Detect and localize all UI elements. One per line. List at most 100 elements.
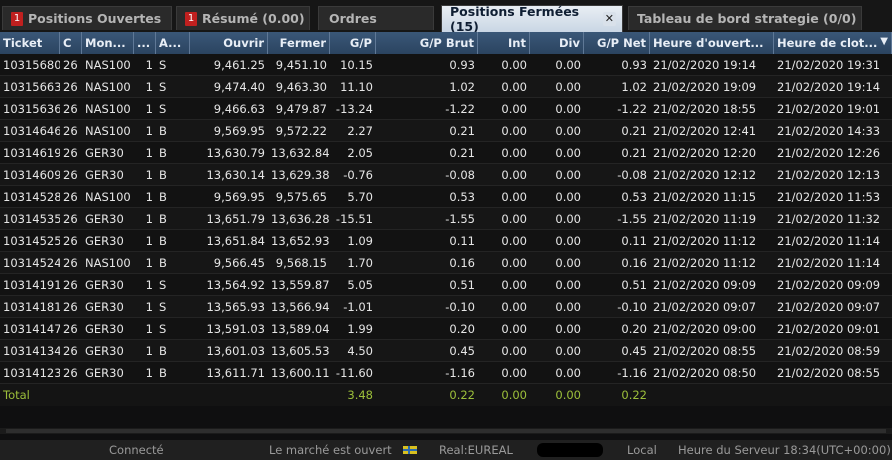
cell-close-time: 21/02/2020 12:13: [777, 168, 881, 182]
cell-dividend: 0.00: [555, 190, 581, 204]
column-header-ticket[interactable]: Ticket: [0, 32, 60, 54]
tab-bar: 1 Positions Ouvertes 1 Résumé (0.00) Ord…: [0, 0, 892, 34]
cell-dividend: 0.00: [555, 102, 581, 116]
cell-pl-gross: 0.21: [449, 146, 475, 160]
cell-pl-gross: 0.20: [449, 322, 475, 336]
table-row[interactable]: 10314123 26 GER30 1 B 13,611.71 13,600.11 -11.6…: [0, 362, 892, 384]
column-header-c[interactable]: C: [60, 32, 82, 54]
cell-open-time: 21/02/2020 09:07: [653, 300, 757, 314]
tab-strategy-dashboard[interactable]: Tableau de bord strategie (0/0): [628, 6, 862, 30]
column-header-action[interactable]: A...: [156, 32, 190, 54]
cell-pl-gross: 0.53: [449, 190, 475, 204]
column-header-pl-gross[interactable]: G/P Brut: [376, 32, 478, 54]
cell-pl-net: 0.21: [621, 124, 647, 138]
cell-pl: 2.05: [347, 146, 373, 160]
cell-dividend: 0.00: [555, 146, 581, 160]
cell-interest: 0.00: [501, 366, 527, 380]
cell-symbol: GER30: [85, 344, 124, 358]
cell-pl: -11.60: [335, 366, 373, 380]
column-header-interest[interactable]: Int: [478, 32, 530, 54]
cell-symbol: NAS100: [85, 190, 131, 204]
cell-pl-net: 0.51: [621, 278, 647, 292]
column-header-pl[interactable]: G/P: [330, 32, 376, 54]
cell-amount: 1: [145, 300, 153, 314]
cell-c: 26: [63, 300, 78, 314]
cell-c: 26: [63, 124, 78, 138]
cell-open-price: 13,651.79: [206, 212, 265, 226]
table-row[interactable]: 10314525 26 GER30 1 B 13,651.84 13,652.93 1.09 0…: [0, 230, 892, 252]
cell-close-time: 21/02/2020 19:31: [777, 58, 881, 72]
cell-pl-net: -1.16: [617, 366, 647, 380]
table-row[interactable]: 10314609 26 GER30 1 B 13,630.14 13,629.38 -0.76…: [0, 164, 892, 186]
tab-orders[interactable]: Ordres: [318, 6, 434, 30]
cell-pl: 4.50: [347, 344, 373, 358]
cell-pl-gross: -1.22: [445, 102, 475, 116]
table-row[interactable]: 10314134 26 GER30 1 B 13,601.03 13,605.53 4.50 0…: [0, 340, 892, 362]
cell-c: 26: [63, 168, 78, 182]
cell-pl-net: -1.22: [617, 102, 647, 116]
horizontal-scrollbar[interactable]: [0, 428, 892, 434]
column-header-amount[interactable]: ...: [134, 32, 156, 54]
cell-pl-gross: 0.93: [449, 58, 475, 72]
cell-dividend: 0.00: [555, 300, 581, 314]
table-row[interactable]: 10315680 26 NAS100 1 S 9,461.25 9,451.10 10.15 0…: [0, 54, 892, 76]
cell-open-price: 13,611.71: [206, 366, 265, 380]
tab-closed-positions[interactable]: Positions Fermées (15) ✕: [441, 4, 623, 34]
table-row[interactable]: 10314535 26 GER30 1 B 13,651.79 13,636.28 -15.5…: [0, 208, 892, 230]
cell-action: B: [159, 212, 167, 226]
cell-ticket: 10314147: [3, 322, 60, 336]
table-row[interactable]: 10315636 26 NAS100 1 S 9,466.63 9,479.87 -13.24…: [0, 98, 892, 120]
table-row[interactable]: 10314181 26 GER30 1 S 13,565.93 13,566.94 -1.01…: [0, 296, 892, 318]
column-header-close-time[interactable]: Heure de clot...: [774, 32, 892, 54]
cell-symbol: NAS100: [85, 80, 131, 94]
column-header-pl-net[interactable]: G/P Net: [584, 32, 650, 54]
table-row[interactable]: 10314646 26 NAS100 1 B 9,569.95 9,572.22 2.27 0.…: [0, 120, 892, 142]
tab-label: Positions Ouvertes: [28, 11, 162, 26]
table-row[interactable]: 10314191 26 GER30 1 S 13,564.92 13,559.87 5.05 0…: [0, 274, 892, 296]
cell-ticket: 10314134: [3, 344, 60, 358]
cell-symbol: NAS100: [85, 102, 131, 116]
cell-symbol: GER30: [85, 234, 124, 248]
table-row[interactable]: 10314528 26 NAS100 1 B 9,569.95 9,575.65 5.70 0.…: [0, 186, 892, 208]
cell-interest: 0.00: [501, 102, 527, 116]
cell-close-price: 13,636.28: [271, 212, 330, 226]
cell-interest: 0.00: [501, 212, 527, 226]
table-row[interactable]: 10314147 26 GER30 1 S 13,591.03 13,589.04 1.99 0…: [0, 318, 892, 340]
cell-symbol: NAS100: [85, 124, 131, 138]
cell-ticket: 10314181: [3, 300, 60, 314]
cell-open-price: 9,461.25: [213, 58, 265, 72]
cell-pl: 1.99: [347, 322, 373, 336]
column-header-open[interactable]: Ouvrir: [190, 32, 268, 54]
cell-open-time: 21/02/2020 11:19: [653, 212, 757, 226]
scrollbar-thumb[interactable]: [6, 429, 886, 433]
table-row[interactable]: 10314524 26 NAS100 1 B 9,566.45 9,568.15 1.70 0.…: [0, 252, 892, 274]
cell-close-price: 13,605.53: [271, 344, 330, 358]
cell-close-price: 9,463.30: [275, 80, 327, 94]
column-header-symbol[interactable]: Mon...: [82, 32, 134, 54]
cell-pl: 2.27: [347, 124, 373, 138]
cell-close-time: 21/02/2020 08:59: [777, 344, 881, 358]
cell-c: 26: [63, 344, 78, 358]
close-icon[interactable]: ✕: [602, 12, 616, 26]
cell-symbol: GER30: [85, 322, 124, 336]
tab-summary[interactable]: 1 Résumé (0.00): [176, 6, 310, 30]
cell-pl: 1.70: [347, 256, 373, 270]
cell-c: 26: [63, 146, 78, 160]
table-row[interactable]: 10315663 26 NAS100 1 S 9,474.40 9,463.30 11.10 1…: [0, 76, 892, 98]
cell-ticket: 10314123: [3, 366, 60, 380]
cell-pl: -13.24: [335, 102, 373, 116]
cell-interest: 0.00: [501, 124, 527, 138]
total-label: Total: [3, 388, 30, 402]
cell-interest: 0.00: [501, 322, 527, 336]
column-header-dividend[interactable]: Div: [530, 32, 584, 54]
cell-interest: 0.00: [501, 146, 527, 160]
tab-open-positions[interactable]: 1 Positions Ouvertes: [2, 6, 172, 30]
cell-c: 26: [63, 102, 78, 116]
cell-symbol: GER30: [85, 168, 124, 182]
column-header-open-time[interactable]: Heure d'ouvert...: [650, 32, 774, 54]
chevron-down-icon[interactable]: ▼: [880, 36, 888, 47]
cell-close-price: 9,572.22: [275, 124, 327, 138]
table-row[interactable]: 10314619 26 GER30 1 B 13,630.79 13,632.84 2.05 0…: [0, 142, 892, 164]
column-header-close[interactable]: Fermer: [268, 32, 330, 54]
cell-symbol: GER30: [85, 212, 124, 226]
